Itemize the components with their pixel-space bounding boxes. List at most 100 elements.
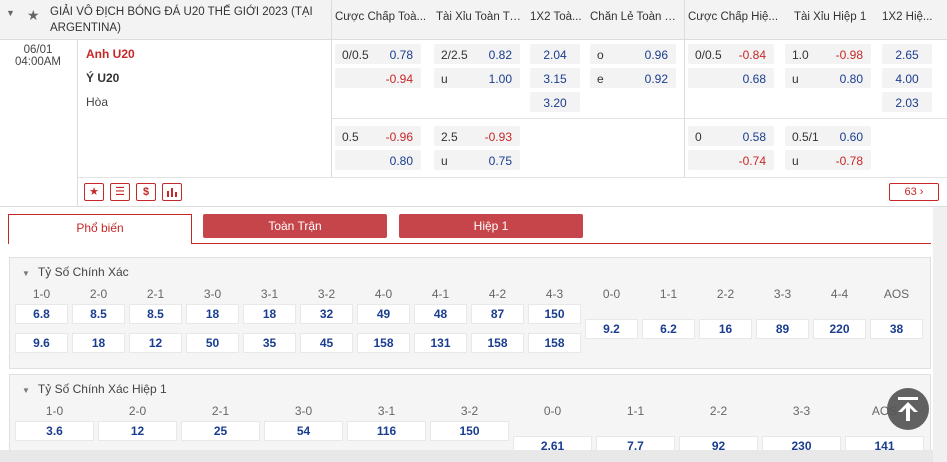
score-odds-cell[interactable]: 6.2 <box>642 319 695 339</box>
score-odds-cell[interactable]: 87 <box>471 304 524 324</box>
league-header: ▼ ★ GIẢI VÔ ĐỊCH BÓNG ĐÁ U20 THẾ GIỚI 20… <box>0 0 947 40</box>
score-odds-cell[interactable]: 16 <box>699 319 752 339</box>
score-label: 1-1 <box>659 287 678 301</box>
tab-popular[interactable]: Phổ biến <box>8 214 192 244</box>
hdp-ft-alt-away-odds[interactable]: 0.80 <box>335 150 421 170</box>
collapse-chevron-icon: ▼ <box>22 386 30 395</box>
more-bets-button[interactable]: 63 › <box>889 183 939 201</box>
oe-ft-even-odds[interactable]: e 0.92 <box>590 68 676 88</box>
score-odds-cell[interactable]: 38 <box>870 319 923 339</box>
correct-score-title: Tỷ Số Chính Xác <box>37 265 129 279</box>
tab-first-half[interactable]: Hiệp 1 <box>399 214 583 238</box>
score-odds-cell[interactable]: 158 <box>471 333 524 353</box>
score-odds-cell[interactable]: 220 <box>813 319 866 339</box>
correct-score-toggle[interactable]: ▼ Tỷ Số Chính Xác <box>22 265 129 279</box>
hdp-h1-alt-away-odds[interactable]: -0.74 <box>688 150 774 170</box>
hdp-h1-alt-home-odds[interactable]: 0 0.58 <box>688 126 774 146</box>
x12-h1-draw-odds[interactable]: 2.03 <box>882 92 932 112</box>
collapse-chevron-icon: ▼ <box>22 269 30 278</box>
hdp-ft-alt-home-odds[interactable]: 0.5 -0.96 <box>335 126 421 146</box>
match-row: 06/01 04:00AM Anh U20 Ý U20 Hòa 0/0.5 0.7… <box>0 40 947 207</box>
horizontal-scrollbar[interactable] <box>0 450 933 462</box>
match-action-bar: ★ ☰ $ 63 › <box>78 177 947 207</box>
score-label: 4-3 <box>545 287 564 301</box>
collapse-chevron-icon[interactable]: ▼ <box>6 8 15 18</box>
score-label: 3-2 <box>317 287 336 301</box>
col-over-under-h1[interactable]: Tài Xỉu Hiệp 1 <box>794 11 874 23</box>
score-label: 4-1 <box>431 287 450 301</box>
correct-score-h1-toggle[interactable]: ▼ Tỷ Số Chính Xác Hiệp 1 <box>22 382 167 396</box>
list-icon[interactable]: ☰ <box>110 183 130 201</box>
oe-ft-odd-odds[interactable]: o 0.96 <box>590 44 676 64</box>
score-odds-cell[interactable]: 6.8 <box>15 304 68 324</box>
ou-ft-alt-over-odds[interactable]: 2.5 -0.93 <box>434 126 520 146</box>
score-odds-cell[interactable]: 18 <box>186 304 239 324</box>
col-handicap-ft[interactable]: Cược Chấp Toà... <box>335 11 427 23</box>
ou-h1-under-odds[interactable]: u 0.80 <box>785 68 871 88</box>
dollar-icon[interactable]: $ <box>136 183 156 201</box>
ou-h1-over-odds[interactable]: 1.0 -0.98 <box>785 44 871 64</box>
away-team[interactable]: Ý U20 <box>86 71 119 85</box>
score-odds-cell[interactable]: 48 <box>414 304 467 324</box>
correct-score-h1-section: ▼ Tỷ Số Chính Xác Hiệp 1 1-0 2-0 2-1 3-0 3-1 3… <box>9 374 931 462</box>
x12-ft-away-odds[interactable]: 3.15 <box>530 68 580 88</box>
score-odds-cell[interactable]: 9.6 <box>15 333 68 353</box>
favorite-star-icon[interactable]: ★ <box>84 183 104 201</box>
score-odds-cell[interactable]: 3.6 <box>15 421 94 441</box>
score-odds-cell[interactable]: 158 <box>528 333 581 353</box>
score-odds-cell[interactable]: 32 <box>300 304 353 324</box>
col-1x2-h1[interactable]: 1X2 Hiệ... <box>882 11 940 23</box>
score-label: 1-0 <box>32 287 51 301</box>
correct-score-section: ▼ Tỷ Số Chính Xác 1-0 2-0 2-1 3-0 3-1 3-2 4-0 4-… <box>9 257 931 369</box>
x12-ft-home-odds[interactable]: 2.04 <box>530 44 580 64</box>
ou-h1-alt-over-odds[interactable]: 0.5/1 0.60 <box>785 126 871 146</box>
league-title: GIẢI VÔ ĐỊCH BÓNG ĐÁ U20 THẾ GIỚI 2023 (… <box>50 6 313 34</box>
col-over-under-ft[interactable]: Tài Xỉu Toàn Trận <box>436 11 524 23</box>
home-team[interactable]: Anh U20 <box>86 47 135 61</box>
score-odds-cell[interactable]: 89 <box>756 319 809 339</box>
score-label: 0-0 <box>543 404 562 418</box>
x12-h1-home-odds[interactable]: 2.65 <box>882 44 932 64</box>
vertical-scrollbar[interactable] <box>933 207 947 462</box>
score-odds-cell[interactable]: 12 <box>129 333 182 353</box>
score-odds-cell[interactable]: 45 <box>300 333 353 353</box>
score-odds-cell[interactable]: 49 <box>357 304 410 324</box>
score-odds-cell[interactable]: 25 <box>181 421 260 441</box>
score-odds-cell[interactable]: 131 <box>414 333 467 353</box>
score-label: 2-2 <box>709 404 728 418</box>
ou-ft-over-odds[interactable]: 2/2.5 0.82 <box>434 44 520 64</box>
score-odds-cell[interactable]: 18 <box>243 304 296 324</box>
bar-chart-icon[interactable] <box>162 183 182 201</box>
ou-ft-under-odds[interactable]: u 1.00 <box>434 68 520 88</box>
score-odds-cell[interactable]: 150 <box>430 421 509 441</box>
hdp-ft-away-odds[interactable]: -0.94 <box>335 68 421 88</box>
ou-ft-alt-under-odds[interactable]: u 0.75 <box>434 150 520 170</box>
x12-ft-draw-odds[interactable]: 3.20 <box>530 92 580 112</box>
score-odds-cell[interactable]: 9.2 <box>585 319 638 339</box>
score-odds-cell[interactable]: 8.5 <box>129 304 182 324</box>
score-label: 2-1 <box>211 404 230 418</box>
score-odds-cell[interactable]: 50 <box>186 333 239 353</box>
tab-full-time[interactable]: Toàn Trận <box>203 214 387 238</box>
hdp-ft-home-odds[interactable]: 0/0.5 0.78 <box>335 44 421 64</box>
score-label: 4-2 <box>488 287 507 301</box>
score-odds-cell[interactable]: 35 <box>243 333 296 353</box>
score-odds-cell[interactable]: 8.5 <box>72 304 125 324</box>
score-odds-cell[interactable]: 18 <box>72 333 125 353</box>
correct-score-h1-title: Tỷ Số Chính Xác Hiệp 1 <box>37 382 167 396</box>
score-odds-cell[interactable]: 150 <box>528 304 581 324</box>
arrow-up-icon <box>898 397 918 421</box>
score-odds-cell[interactable]: 116 <box>347 421 426 441</box>
score-odds-cell[interactable]: 54 <box>264 421 343 441</box>
hdp-h1-away-odds[interactable]: 0.68 <box>688 68 774 88</box>
col-1x2-ft[interactable]: 1X2 Toà... <box>530 11 585 23</box>
score-odds-cell[interactable]: 158 <box>357 333 410 353</box>
ou-h1-alt-under-odds[interactable]: u -0.78 <box>785 150 871 170</box>
col-handicap-h1[interactable]: Cược Chấp Hiệ... <box>688 11 780 23</box>
scroll-to-top-button[interactable] <box>887 388 929 430</box>
x12-h1-away-odds[interactable]: 4.00 <box>882 68 932 88</box>
favorite-league-star-icon[interactable]: ★ <box>27 8 40 22</box>
hdp-h1-home-odds[interactable]: 0/0.5 -0.84 <box>688 44 774 64</box>
score-odds-cell[interactable]: 12 <box>98 421 177 441</box>
col-odd-even-ft[interactable]: Chẵn Lẻ Toàn Tr... <box>590 11 682 23</box>
